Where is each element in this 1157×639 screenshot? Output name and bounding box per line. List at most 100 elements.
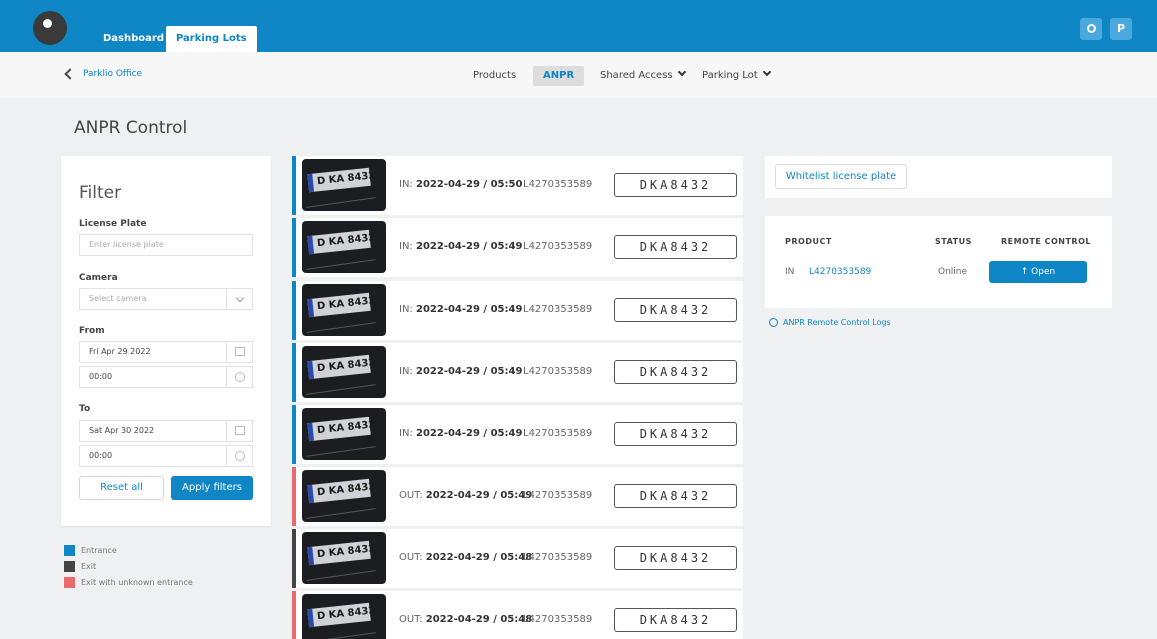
- from-date-input[interactable]: Fri Apr 29 2022: [79, 341, 253, 363]
- plate-snapshot[interactable]: D KA 8432: [302, 408, 386, 460]
- snapshot-plate-text: D KA 8432: [307, 354, 376, 380]
- snapshot-detail: [306, 384, 376, 395]
- whitelist-plate-button[interactable]: Whitelist license plate: [775, 164, 907, 189]
- snapshot-plate-text: D KA 8432: [307, 167, 376, 193]
- event-row[interactable]: D KA 8432 OUT: 2022-04-29 / 05:48 L4270353…: [292, 591, 743, 639]
- profile-button[interactable]: P: [1110, 18, 1132, 40]
- nav-products[interactable]: Products: [473, 66, 516, 86]
- plate-snapshot[interactable]: D KA 8432: [302, 221, 386, 273]
- column-header-product: PRODUCT: [785, 237, 832, 246]
- event-row[interactable]: D KA 8432 OUT: 2022-04-29 / 05:49 L4270353…: [292, 467, 743, 526]
- event-time: IN: 2022-04-29 / 05:49: [399, 304, 522, 315]
- event-time: IN: 2022-04-29 / 05:50: [399, 179, 522, 190]
- parklio-logo[interactable]: [33, 11, 67, 45]
- legend-label: Exit with unknown entrance: [81, 578, 193, 587]
- license-plate-label: License Plate: [79, 219, 147, 229]
- event-row[interactable]: D KA 8432 IN: 2022-04-29 / 05:50 L42703535…: [292, 156, 743, 215]
- tab-parking-lots[interactable]: Parking Lots: [166, 26, 257, 52]
- plate-number: DKA8432: [614, 235, 737, 259]
- plate-snapshot[interactable]: D KA 8432: [302, 594, 386, 639]
- legend-label: Exit: [81, 562, 97, 571]
- plate-snapshot[interactable]: D KA 8432: [302, 159, 386, 211]
- plate-number: DKA8432: [614, 422, 737, 446]
- camera-select[interactable]: Select camera: [79, 288, 253, 310]
- remote-control-logs-link[interactable]: ANPR Remote Control Logs: [769, 318, 891, 327]
- chevron-left-icon: [64, 67, 76, 80]
- nav-parking-lot[interactable]: Parking Lot: [702, 66, 771, 86]
- nav-shared-access-label: Shared Access: [600, 70, 673, 81]
- product-status: Online: [938, 267, 968, 277]
- apply-filters-button[interactable]: Apply filters: [171, 476, 253, 500]
- to-time-input[interactable]: 00:00: [79, 445, 253, 467]
- event-datetime: 2022-04-29 / 05:48: [425, 552, 533, 563]
- tab-dashboard[interactable]: Dashboard: [93, 26, 174, 52]
- snapshot-plate-text: D KA 8432: [307, 292, 376, 318]
- event-datetime: 2022-04-29 / 05:48: [425, 614, 533, 625]
- event-direction: OUT:: [399, 490, 426, 501]
- direction-indicator: [292, 467, 296, 526]
- product-device-link[interactable]: L4270353589: [809, 267, 871, 277]
- event-datetime: 2022-04-29 / 05:50: [415, 179, 523, 190]
- plate-number: DKA8432: [614, 173, 737, 197]
- event-datetime: 2022-04-29 / 05:49: [415, 366, 523, 377]
- snapshot-plate-text: D KA 8432: [307, 602, 376, 628]
- event-time: OUT: 2022-04-29 / 05:48: [399, 552, 532, 563]
- legend-item-exit: Exit: [64, 561, 193, 577]
- event-row[interactable]: D KA 8432 IN: 2022-04-29 / 05:49 L42703535…: [292, 405, 743, 464]
- plate-number: DKA8432: [614, 298, 737, 322]
- nav-anpr[interactable]: ANPR: [533, 66, 585, 86]
- to-label: To: [79, 404, 91, 414]
- snapshot-plate-text: D KA 8432: [307, 478, 376, 504]
- snapshot-plate-text: D KA 8432: [307, 229, 376, 255]
- back-link[interactable]: Parklio Office: [64, 67, 143, 80]
- legend-item-exit-unknown: Exit with unknown entrance: [64, 577, 193, 593]
- plate-number: DKA8432: [614, 546, 737, 570]
- from-time-input[interactable]: 00:00: [79, 366, 253, 388]
- event-row[interactable]: D KA 8432 IN: 2022-04-29 / 05:49 L42703535…: [292, 281, 743, 340]
- whitelist-card: Whitelist license plate: [765, 156, 1112, 198]
- event-device-id: L4270353589: [523, 552, 593, 563]
- legend: Entrance Exit Exit with unknown entrance: [64, 545, 193, 593]
- event-time: IN: 2022-04-29 / 05:49: [399, 366, 522, 377]
- event-datetime: 2022-04-29 / 05:49: [415, 304, 523, 315]
- reset-all-button[interactable]: Reset all: [79, 476, 164, 500]
- legend-swatch: [64, 577, 75, 588]
- direction-indicator: [292, 218, 296, 277]
- event-time: OUT: 2022-04-29 / 05:49: [399, 490, 532, 501]
- plate-snapshot[interactable]: D KA 8432: [302, 532, 386, 584]
- event-row[interactable]: D KA 8432 OUT: 2022-04-29 / 05:48 L4270353…: [292, 529, 743, 588]
- event-row[interactable]: D KA 8432 IN: 2022-04-29 / 05:49 L42703535…: [292, 218, 743, 277]
- snapshot-detail: [306, 322, 376, 333]
- event-device-id: L4270353589: [523, 366, 593, 377]
- plate-snapshot[interactable]: D KA 8432: [302, 284, 386, 336]
- calendar-button[interactable]: [226, 421, 252, 441]
- from-date-value: Fri Apr 29 2022: [89, 347, 151, 356]
- event-device-id: L4270353589: [523, 304, 593, 315]
- dropdown-toggle[interactable]: [226, 289, 252, 309]
- event-direction: OUT:: [399, 614, 426, 625]
- legend-item-entrance: Entrance: [64, 545, 193, 561]
- plate-snapshot[interactable]: D KA 8432: [302, 346, 386, 398]
- back-label: Parklio Office: [83, 69, 143, 79]
- event-direction: IN:: [399, 179, 416, 190]
- event-datetime: 2022-04-29 / 05:49: [415, 428, 523, 439]
- plate-snapshot[interactable]: D KA 8432: [302, 470, 386, 522]
- calendar-button[interactable]: [226, 342, 252, 362]
- settings-button[interactable]: [1080, 18, 1102, 40]
- to-date-input[interactable]: Sat Apr 30 2022: [79, 420, 253, 442]
- event-direction: IN:: [399, 428, 416, 439]
- snapshot-detail: [306, 632, 376, 639]
- clock-button[interactable]: [226, 367, 252, 387]
- calendar-icon: [234, 426, 245, 435]
- direction-indicator: [292, 156, 296, 215]
- open-gate-button[interactable]: ↑ Open: [989, 261, 1087, 283]
- clock-button[interactable]: [226, 446, 252, 466]
- page-title: ANPR Control: [74, 118, 188, 138]
- clock-icon: [234, 372, 245, 382]
- license-plate-input[interactable]: Enter license plate: [79, 234, 253, 256]
- to-date-value: Sat Apr 30 2022: [89, 426, 155, 435]
- event-row[interactable]: D KA 8432 IN: 2022-04-29 / 05:49 L42703535…: [292, 343, 743, 402]
- column-header-status: STATUS: [935, 237, 972, 246]
- nav-shared-access[interactable]: Shared Access: [600, 66, 686, 86]
- event-datetime: 2022-04-29 / 05:49: [425, 490, 533, 501]
